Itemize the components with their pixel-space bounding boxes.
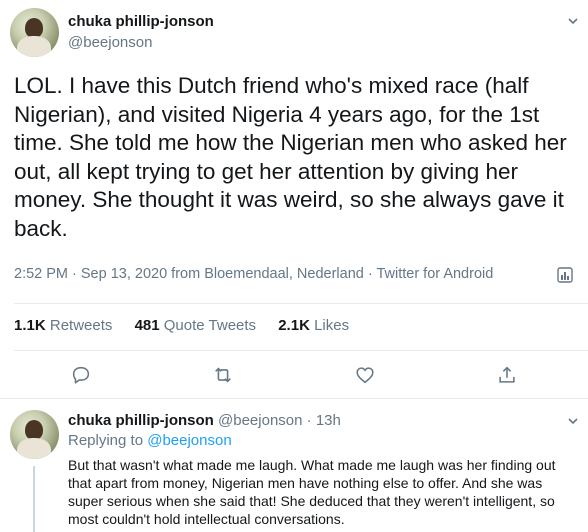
analytics-icon[interactable] (556, 266, 574, 284)
chevron-down-icon[interactable] (568, 16, 578, 26)
thread-line (33, 466, 35, 532)
quotes-label: Quote Tweets (163, 317, 257, 334)
reply-header: chuka phillip-jonson @beejonson · 13h (68, 412, 341, 429)
replying-handle-link[interactable]: @beejonson (147, 432, 231, 449)
divider (14, 303, 588, 304)
likes-label: Likes (314, 317, 350, 334)
replying-to: Replying to @beejonson (68, 432, 232, 449)
tweet-stats: 1.1K Retweets 481 Quote Tweets 2.1K Like… (14, 317, 367, 334)
retweet-icon (215, 367, 231, 383)
heart-icon (356, 367, 374, 384)
likes-stat[interactable]: 2.1K Likes (278, 317, 349, 334)
reply-text: But that wasn't what made me laugh. What… (68, 457, 556, 527)
retweets-count: 1.1K (14, 317, 46, 334)
quotes-count: 481 (134, 317, 160, 334)
like-button[interactable] (354, 364, 376, 386)
author-avatar[interactable] (10, 8, 59, 57)
retweet-button[interactable] (212, 364, 234, 386)
tweet-timestamp[interactable]: 2:52 PM · Sep 13, 2020 from Bloemendaal,… (14, 266, 493, 282)
reply-time[interactable]: · 13h (307, 412, 341, 429)
reply-button[interactable] (70, 364, 92, 386)
retweets-stat[interactable]: 1.1K Retweets (14, 317, 117, 334)
comment-icon (72, 366, 90, 384)
author-handle[interactable]: @beejonson (68, 34, 152, 51)
quotes-stat[interactable]: 481 Quote Tweets (135, 317, 261, 334)
likes-count: 2.1K (278, 317, 310, 334)
reply-author-avatar[interactable] (10, 410, 59, 459)
retweets-label: Retweets (49, 317, 113, 334)
share-icon (499, 366, 515, 383)
author-name[interactable]: chuka phillip-jonson (68, 13, 214, 30)
reply-author-handle[interactable]: @beejonson (218, 412, 302, 429)
tweet-text: LOL. I have this Dutch friend who's mixe… (14, 73, 567, 241)
divider (14, 350, 588, 351)
share-button[interactable] (496, 364, 518, 386)
reply-author-name[interactable]: chuka phillip-jonson (68, 412, 214, 429)
divider (0, 398, 588, 399)
chevron-down-icon[interactable] (568, 416, 578, 426)
replying-label: Replying to (68, 432, 144, 449)
